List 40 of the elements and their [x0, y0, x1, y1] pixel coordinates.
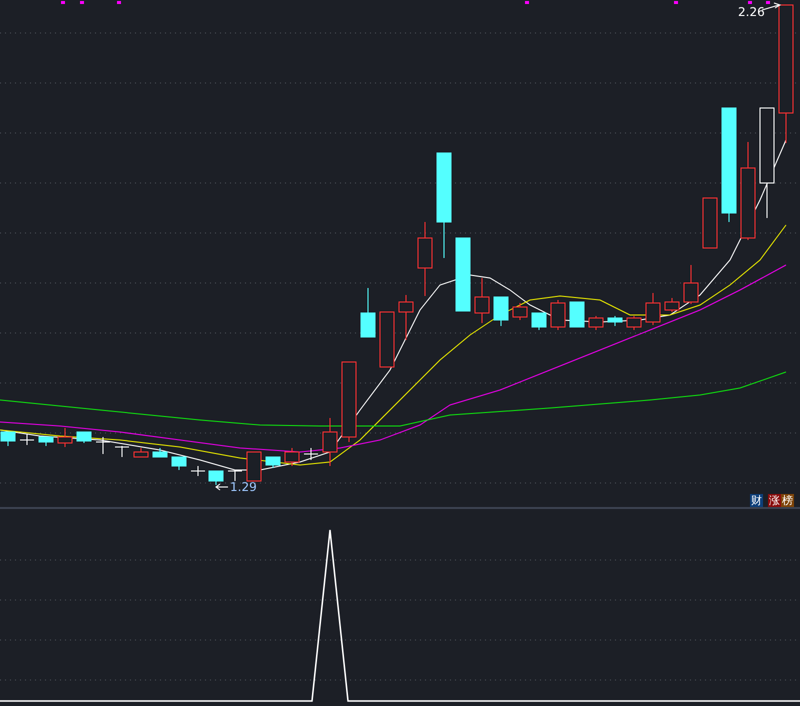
tag-badge[interactable]: 财 — [750, 494, 763, 507]
leader-line — [215, 484, 228, 490]
candlestick — [284, 448, 300, 466]
candlestick — [532, 312, 546, 330]
candlestick — [474, 278, 490, 324]
candlestick — [38, 436, 54, 446]
candlestick — [322, 418, 338, 466]
doji-candle — [20, 434, 34, 446]
doji-candle — [114, 446, 130, 458]
candlestick — [246, 452, 262, 482]
candlestick — [58, 428, 72, 448]
candlestick — [360, 288, 376, 338]
candlestick — [398, 294, 414, 340]
doji-candle — [228, 470, 242, 482]
candlestick — [550, 300, 566, 330]
candlestick — [684, 264, 698, 304]
candlestick — [0, 432, 16, 446]
candlestick — [380, 312, 394, 368]
doji-candle — [190, 466, 206, 476]
candlestick — [152, 448, 168, 458]
candlestick — [588, 316, 604, 330]
low-price-label: 1.29 — [230, 480, 257, 494]
candlestick — [702, 198, 718, 248]
high-price-label: 2.26 — [738, 5, 765, 19]
candlestick — [512, 302, 528, 320]
candlestick — [664, 298, 680, 312]
tag-badge[interactable]: 涨 — [768, 494, 781, 507]
candlestick — [494, 296, 508, 326]
candlestick — [570, 302, 584, 328]
candlestick — [76, 432, 92, 444]
tag-badge[interactable]: 榜 — [781, 494, 794, 507]
candlestick — [172, 456, 186, 470]
candlestick — [646, 292, 660, 326]
doji-candle — [304, 448, 318, 460]
candlestick — [626, 316, 642, 330]
candlestick — [134, 448, 148, 458]
candlestick — [608, 316, 622, 326]
candlestick — [208, 470, 224, 486]
doji-candle — [96, 436, 110, 454]
candlestick — [266, 456, 280, 468]
